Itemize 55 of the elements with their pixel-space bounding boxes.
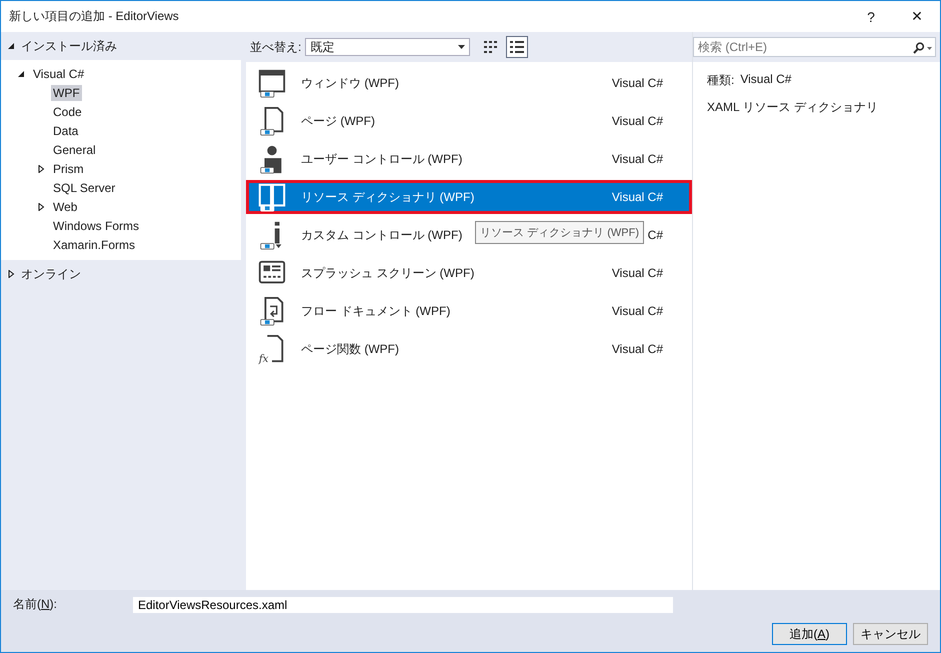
template-language: Visual C#	[612, 266, 663, 280]
collapsed-arrow-icon[interactable]	[37, 202, 45, 210]
list-icon	[510, 40, 524, 54]
caret-icon	[458, 45, 466, 49]
search-field[interactable]: 検索 (Ctrl+E)	[693, 37, 936, 57]
template-name[interactable]: ページ関数 (WPF)	[301, 342, 399, 356]
template-language: Visual C#	[612, 152, 663, 166]
add-button[interactable]: 追加(A)	[772, 623, 847, 645]
template-name[interactable]: ユーザー コントロール (WPF)	[301, 152, 462, 166]
expanded-arrow-icon[interactable]	[7, 42, 15, 50]
list-view-button[interactable]	[506, 36, 528, 58]
template-name[interactable]: リソース ディクショナリ (WPF)	[301, 190, 474, 204]
tree-item[interactable]: Web	[51, 198, 80, 214]
template-language: Visual C#	[612, 190, 663, 204]
sort-dropdown[interactable]: 既定	[305, 38, 470, 56]
collapsed-arrow-icon[interactable]	[37, 164, 45, 172]
tree-item[interactable]: Data	[51, 122, 80, 138]
cancel-button[interactable]: キャンセル	[853, 623, 928, 645]
window-icon	[257, 67, 287, 99]
close-button[interactable]: ✕	[894, 1, 940, 32]
template-name[interactable]: ページ (WPF)	[301, 114, 375, 128]
template-language: Visual C#	[612, 76, 663, 90]
search-icon	[912, 42, 932, 54]
template-name[interactable]: ウィンドウ (WPF)	[301, 76, 399, 90]
tree-item[interactable]: WPF	[51, 84, 82, 100]
template-language: Visual C#	[612, 304, 663, 318]
tree-item[interactable]: SQL Server	[51, 180, 118, 196]
template-name[interactable]: フロー ドキュメント (WPF)	[301, 304, 450, 318]
type-value: Visual C#	[740, 72, 792, 88]
grid-icon	[484, 40, 498, 54]
tree-item[interactable]: Xamarin.Forms	[51, 236, 138, 252]
section-header[interactable]: インストール済み	[21, 38, 117, 54]
template-language: C#	[648, 228, 663, 242]
type-label: 種類:	[707, 72, 734, 89]
template-language: Visual C#	[612, 114, 663, 128]
tree-item[interactable]: Windows Forms	[51, 218, 142, 234]
tree-item[interactable]: Visual C#	[31, 66, 86, 82]
sort-label: 並べ替え:	[250, 38, 302, 56]
name-input-field[interactable]: EditorViewsResources.xaml	[133, 596, 673, 612]
tree-item[interactable]: General	[51, 142, 98, 158]
section-header[interactable]: オンライン	[21, 266, 81, 282]
expanded-arrow-icon[interactable]	[17, 70, 25, 78]
template-language: Visual C#	[612, 342, 663, 356]
help-button[interactable]: ?	[848, 1, 894, 32]
description-text: XAML リソース ディクショナリ	[707, 99, 879, 116]
selected-row-highlight[interactable]: リソース ディクショナリ (WPF) Visual C#	[246, 180, 692, 214]
book-icon	[257, 181, 287, 213]
name-label: 名前(N):	[13, 596, 58, 613]
template-name[interactable]: カスタム コントロール (WPF)	[301, 228, 462, 242]
window-title: 新しい項目の追加 - EditorViews	[9, 8, 179, 25]
template-name[interactable]: スプラッシュ スクリーン (WPF)	[301, 266, 474, 280]
tree-item[interactable]: Prism	[51, 160, 86, 176]
collapsed-arrow-icon[interactable]	[7, 270, 15, 278]
tree-item[interactable]: Code	[51, 104, 84, 120]
tooltip: リソース ディクショナリ (WPF)	[475, 221, 644, 244]
